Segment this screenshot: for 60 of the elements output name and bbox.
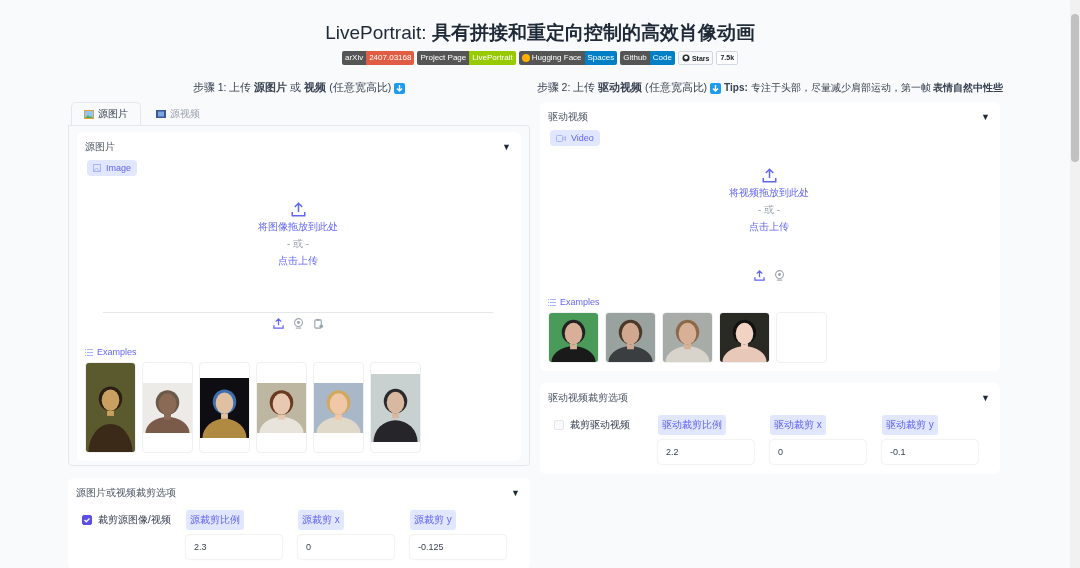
field-label: 源裁剪 x — [298, 510, 344, 530]
image-icon — [93, 164, 101, 172]
examples-label: Examples — [560, 297, 600, 307]
example-thumbnail[interactable] — [199, 362, 250, 453]
type-badge: Image — [87, 160, 137, 176]
number-field[interactable]: 2.2 — [658, 440, 754, 464]
example-thumbnail[interactable] — [370, 362, 421, 453]
film-icon — [156, 110, 166, 118]
field-label: 源裁剪 y — [410, 510, 456, 530]
examples-label: Examples — [97, 347, 137, 357]
collapse-toggle[interactable]: ▼ — [981, 393, 990, 403]
scrollbar[interactable] — [1070, 0, 1080, 568]
example-thumbnail[interactable] — [313, 362, 364, 453]
panel-title: 驱动视频 — [548, 110, 588, 124]
panel-title: 源图片 — [85, 140, 115, 154]
field-label: 驱动裁剪 x — [770, 415, 826, 435]
list-icon — [85, 348, 93, 356]
example-thumbnail[interactable] — [256, 362, 307, 453]
drop-hint[interactable]: 将图像拖放到此处 — [258, 220, 338, 234]
field-label: 源裁剪比例 — [186, 510, 244, 530]
panel-title: 驱动视频裁剪选项 — [548, 391, 628, 405]
tab[interactable]: 源图片 — [71, 102, 141, 125]
download-icon — [394, 82, 406, 94]
upload-icon[interactable] — [761, 168, 777, 183]
collapse-toggle[interactable]: ▼ — [981, 112, 990, 122]
checkbox-label: 裁剪源图像/视频 — [98, 513, 171, 527]
video-camera-icon — [556, 134, 566, 142]
checkbox-label: 裁剪驱动视频 — [570, 418, 630, 432]
clipboard-icon[interactable] — [312, 318, 324, 329]
step-heading: 步骤 1: 上传 源图片 或 视频 (任意宽高比) — [192, 81, 392, 95]
number-field[interactable]: -0.125 — [410, 535, 506, 559]
tips-text: Tips: 专注于头部，尽量减少肩部运动，第一帧 表情自然中性些 — [724, 81, 1004, 95]
number-field[interactable]: -0.1 — [882, 440, 978, 464]
collapse-toggle[interactable]: ▼ — [502, 142, 511, 152]
field-label: 驱动裁剪 y — [882, 415, 938, 435]
step-heading: 步骤 2: 上传 驱动视频 (任意宽高比) — [536, 81, 708, 95]
upload-icon[interactable] — [753, 270, 765, 281]
panel-title: 源图片或视频裁剪选项 — [76, 486, 176, 500]
or-text: - 或 - — [757, 203, 781, 217]
upload-icon[interactable] — [272, 318, 284, 329]
field-label: 驱动裁剪比例 — [658, 415, 726, 435]
landscape-icon — [84, 109, 94, 119]
number-field[interactable]: 2.3 — [186, 535, 282, 559]
number-field[interactable]: 0 — [298, 535, 394, 559]
click-upload-link[interactable]: 点击上传 — [749, 220, 789, 234]
click-upload-link[interactable]: 点击上传 — [278, 254, 318, 268]
list-icon — [548, 298, 556, 306]
drop-hint[interactable]: 将视频拖放到此处 — [729, 186, 809, 200]
checkbox[interactable] — [82, 515, 92, 525]
number-field[interactable]: 0 — [770, 440, 866, 464]
webcam-icon[interactable] — [292, 318, 304, 329]
upload-icon[interactable] — [290, 202, 306, 217]
download-icon — [710, 82, 722, 94]
collapse-toggle[interactable]: ▼ — [511, 488, 520, 498]
example-thumbnail[interactable] — [142, 362, 193, 453]
page-title: LivePortrait: 具有拼接和重定向控制的高效肖像动画 — [325, 21, 755, 45]
type-badge: Video — [550, 130, 600, 146]
or-text: - 或 - — [286, 237, 310, 251]
webcam-icon[interactable] — [773, 270, 785, 281]
github-icon — [681, 54, 690, 62]
